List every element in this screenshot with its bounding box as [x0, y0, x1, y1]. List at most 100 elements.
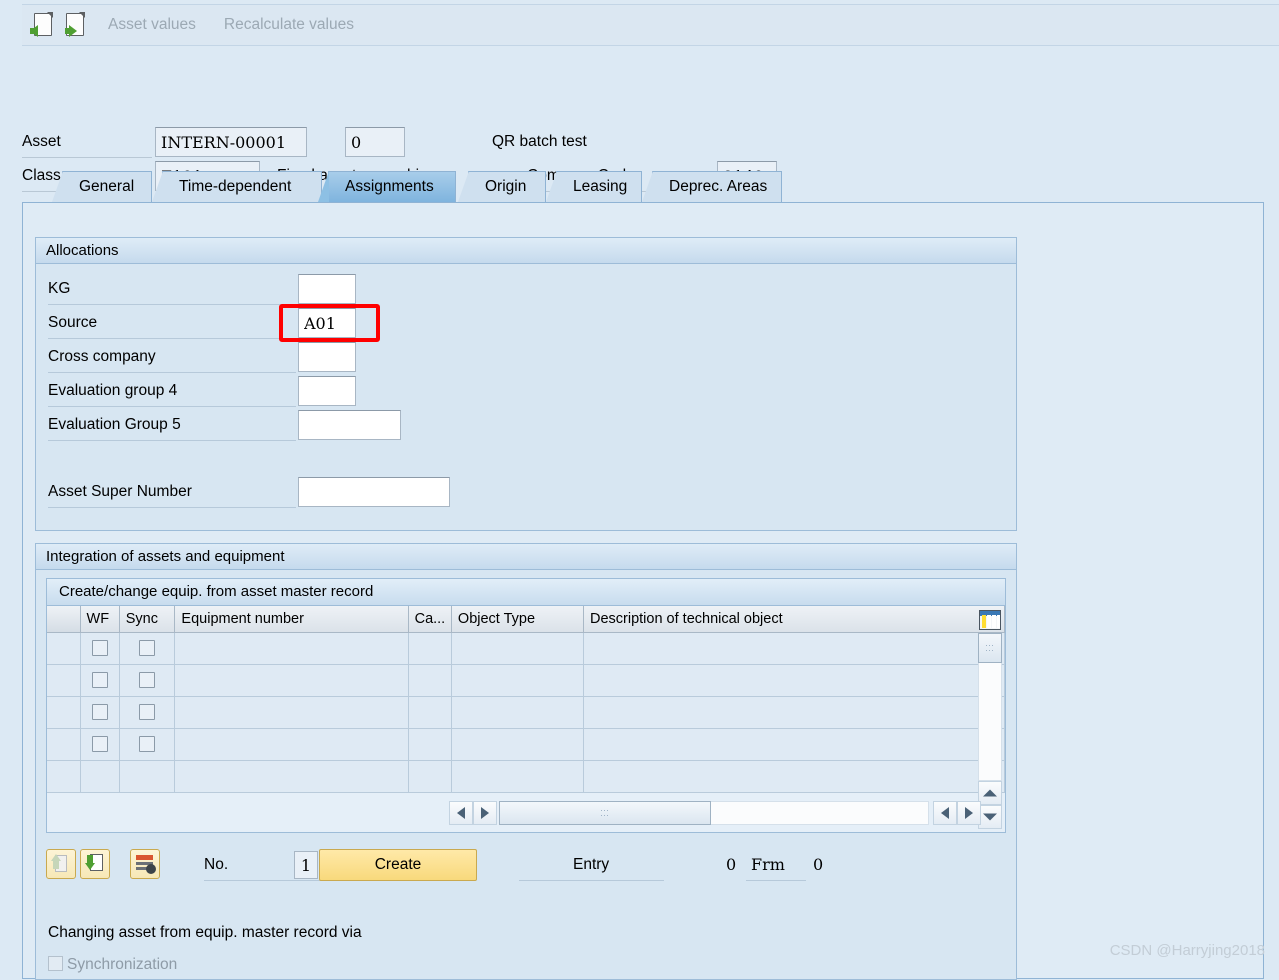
frm-label: Frm	[751, 855, 785, 874]
kg-input[interactable]	[298, 274, 356, 304]
wf-checkbox[interactable]	[91, 704, 108, 721]
evaluation-group-5-input[interactable]	[298, 410, 401, 440]
row-selector[interactable]	[47, 632, 81, 665]
tab-origin[interactable]: Origin	[458, 171, 546, 202]
wf-cell[interactable]	[80, 696, 120, 729]
table-row[interactable]	[47, 696, 1006, 729]
ca-cell[interactable]	[408, 664, 452, 697]
col-header-sync[interactable]: Sync	[119, 606, 176, 633]
table-scroll-right-button-2[interactable]	[957, 801, 981, 825]
table-hscrollbar-thumb[interactable]: ⋯ ⋯	[499, 801, 711, 825]
cross-company-input[interactable]	[298, 342, 356, 372]
evaluation-group-5-rule	[48, 440, 296, 441]
description-cell[interactable]	[583, 728, 1006, 761]
equipment-table: Create/change equip. from asset master r…	[46, 578, 1006, 833]
wf-checkbox[interactable]	[91, 672, 108, 689]
sync-cell[interactable]	[119, 664, 176, 697]
sync-cell[interactable]	[119, 696, 176, 729]
table-row[interactable]	[47, 664, 1006, 697]
tab-assignments[interactable]: Assignments	[318, 171, 456, 202]
asset-number-input[interactable]	[155, 127, 307, 157]
tab-leasing-label: Leasing	[573, 178, 628, 195]
row-selector[interactable]	[47, 696, 81, 729]
sync-checkbox[interactable]	[139, 704, 156, 721]
wf-cell[interactable]	[80, 664, 120, 697]
page-back-icon[interactable]	[30, 11, 56, 39]
asset-values-button[interactable]: Asset values	[108, 16, 196, 34]
evaluation-group-4-input[interactable]	[298, 376, 356, 406]
object-type-cell[interactable]	[451, 696, 584, 729]
wf-checkbox[interactable]	[91, 736, 108, 753]
table-scroll-right-button[interactable]	[473, 801, 497, 825]
integration-group: Integration of assets and equipment Crea…	[35, 543, 1017, 980]
object-type-cell[interactable]	[451, 632, 584, 665]
table-row[interactable]	[47, 728, 1006, 761]
source-input[interactable]	[298, 308, 356, 338]
kg-rule	[48, 304, 296, 305]
row-select-all-header[interactable]	[47, 606, 81, 633]
empty-cell	[119, 760, 176, 793]
empty-cell	[451, 760, 584, 793]
col-header-wf[interactable]: WF	[80, 606, 120, 633]
equipment-number-cell[interactable]	[174, 632, 409, 665]
frm-value: 0	[813, 855, 824, 874]
table-scroll-left-button-2[interactable]	[933, 801, 957, 825]
evaluation-group-5-label: Evaluation Group 5	[48, 416, 181, 433]
tab-time-dependent[interactable]: Time-dependent	[152, 171, 322, 202]
ca-cell[interactable]	[408, 696, 452, 729]
description-cell[interactable]	[583, 632, 1006, 665]
sync-checkbox[interactable]	[139, 736, 156, 753]
object-type-cell[interactable]	[451, 728, 584, 761]
recalculate-values-button[interactable]: Recalculate values	[224, 16, 354, 34]
wf-cell[interactable]	[80, 632, 120, 665]
page-up-icon-button[interactable]	[46, 849, 76, 879]
table-column-settings-icon[interactable]	[979, 610, 1001, 630]
ca-cell[interactable]	[408, 632, 452, 665]
tab-time-dependent-label: Time-dependent	[179, 178, 292, 195]
description-cell[interactable]	[583, 664, 1006, 697]
no-input[interactable]	[294, 851, 318, 879]
col-header-description[interactable]: Description of technical object	[583, 606, 1006, 633]
sync-cell[interactable]	[119, 728, 176, 761]
row-selector[interactable]	[47, 760, 81, 793]
ca-cell[interactable]	[408, 728, 452, 761]
integration-group-title: Integration of assets and equipment	[36, 544, 1016, 570]
sync-checkbox[interactable]	[139, 640, 156, 657]
sync-checkbox[interactable]	[139, 672, 156, 689]
col-header-object-type[interactable]: Object Type	[451, 606, 584, 633]
tab-general[interactable]: General	[52, 171, 152, 202]
col-header-ca[interactable]: Ca...	[408, 606, 452, 633]
wf-cell[interactable]	[80, 728, 120, 761]
table-scroll-down-button[interactable]	[978, 805, 1002, 829]
tab-deprec-areas[interactable]: Deprec. Areas	[642, 171, 782, 202]
tab-origin-label: Origin	[485, 178, 527, 195]
asset-subnumber-input[interactable]	[345, 127, 405, 157]
list-delete-icon-button[interactable]	[130, 849, 160, 879]
cross-company-rule	[48, 372, 296, 373]
wf-checkbox[interactable]	[91, 640, 108, 657]
table-scroll-left-button[interactable]	[449, 801, 473, 825]
row-selector[interactable]	[47, 664, 81, 697]
asset-super-number-input[interactable]	[298, 477, 450, 507]
create-button[interactable]: Create	[319, 849, 477, 881]
description-cell[interactable]	[583, 696, 1006, 729]
equipment-number-cell[interactable]	[174, 696, 409, 729]
evaluation-group-4-rule	[48, 406, 296, 407]
table-vscrollbar-thumb[interactable]: ⋯ ⋯	[978, 633, 1002, 663]
equipment-number-cell[interactable]	[174, 664, 409, 697]
tab-leasing[interactable]: Leasing	[546, 171, 642, 202]
col-header-equipment-number[interactable]: Equipment number	[174, 606, 409, 633]
row-selector[interactable]	[47, 728, 81, 761]
evaluation-group-4-label: Evaluation group 4	[48, 382, 178, 399]
equipment-number-cell[interactable]	[174, 728, 409, 761]
table-row[interactable]	[47, 632, 1006, 665]
page-down-icon-button[interactable]	[80, 849, 110, 879]
page-forward-icon[interactable]	[62, 11, 88, 39]
source-label: Source	[48, 314, 98, 331]
table-scroll-up-button[interactable]	[978, 781, 1002, 805]
sync-cell[interactable]	[119, 632, 176, 665]
synchronization-checkbox-row[interactable]: Synchronization	[48, 956, 177, 974]
object-type-cell[interactable]	[451, 664, 584, 697]
allocations-group: Allocations KG Source Cross company Eval…	[35, 237, 1017, 531]
table-row-empty	[47, 760, 1006, 793]
